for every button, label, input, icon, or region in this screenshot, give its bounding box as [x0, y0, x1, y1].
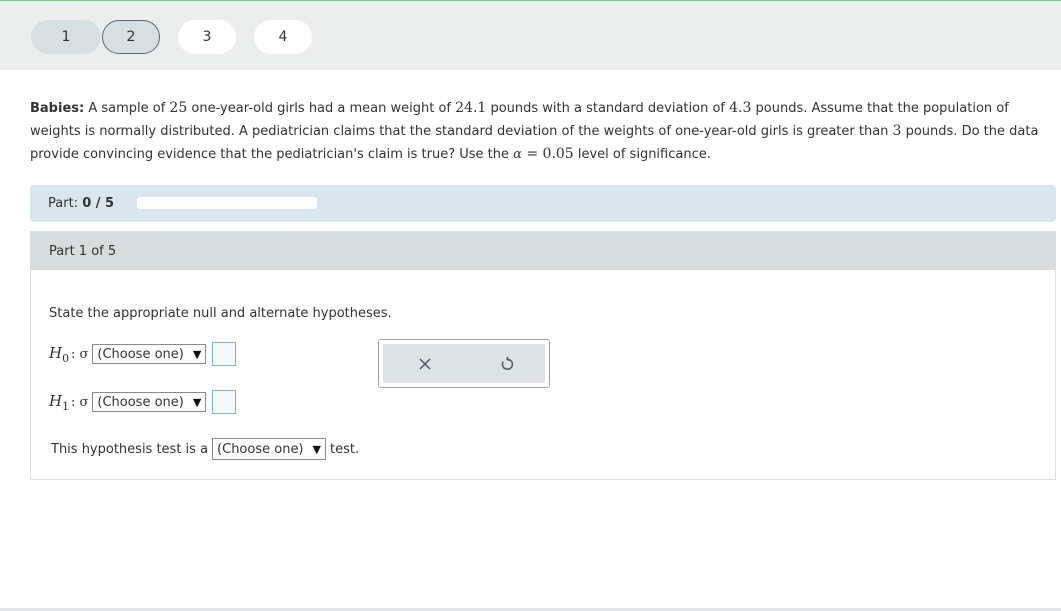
question-2-button[interactable]: 2 [102, 20, 160, 54]
undo-icon [501, 356, 514, 370]
question-1-button[interactable]: 1 [31, 20, 101, 54]
h1-operator-select[interactable]: (Choose one) ▼ [92, 392, 207, 412]
h0-value-input[interactable] [212, 342, 237, 366]
test-type-select[interactable]: (Choose one) ▼ [212, 438, 326, 460]
progress-label-text: Part: [48, 196, 79, 211]
clear-button[interactable] [414, 353, 436, 375]
test-type-suffix: test. [329, 441, 360, 457]
problem-statement: Babies: A sample of 25 one-year-old girl… [30, 97, 1055, 166]
problem-text: pounds with a standard deviation of [486, 101, 730, 116]
alpha-value: 0.05 [542, 146, 574, 162]
progress-track [137, 197, 317, 209]
part-instruction: State the appropriate null and alternate… [49, 306, 392, 321]
problem-text: level of significance. [573, 147, 711, 162]
dropdown-arrow-icon: ▼ [192, 347, 202, 361]
h0-subscript: 0 [62, 351, 70, 365]
undo-button[interactable] [496, 353, 518, 375]
test-type-prefix: This hypothesis test is a [51, 441, 209, 457]
toolbox-inner [383, 344, 545, 383]
test-type-select-value: (Choose one) [217, 441, 304, 457]
question-1-label: 1 [61, 29, 71, 45]
question-nav-bar: 1 2 3 4 [0, 1, 1061, 70]
progress-label: Part: 0 / 5 [48, 196, 114, 211]
part-progress-bar: Part: 0 / 5 [30, 185, 1056, 222]
dropdown-arrow-icon: ▼ [192, 395, 202, 409]
null-hypothesis-row: H0 : σ (Choose one) ▼ [49, 342, 237, 366]
h1-value-input[interactable] [212, 390, 237, 414]
h1-select-value: (Choose one) [97, 394, 184, 410]
alternate-hypothesis-row: H1 : σ (Choose one) ▼ [49, 390, 237, 414]
answer-toolbox [378, 339, 550, 388]
question-2-label: 2 [126, 29, 136, 45]
h1-symbol: H1 [49, 392, 71, 413]
h1-subscript: 1 [62, 399, 70, 413]
question-3-label: 3 [202, 29, 212, 45]
part-panel: Part 1 of 5 State the appropriate null a… [30, 231, 1056, 480]
question-4-label: 4 [278, 29, 288, 45]
question-4-button[interactable]: 4 [254, 20, 312, 54]
question-3-button[interactable]: 3 [178, 20, 236, 54]
problem-text: one-year-old girls had a mean weight of [187, 101, 456, 116]
sample-mean: 24.1 [455, 100, 487, 116]
equals-sign: = [521, 146, 543, 162]
test-type-row: This hypothesis test is a (Choose one) ▼ … [51, 438, 359, 460]
part-header: Part 1 of 5 [31, 232, 1055, 270]
progress-value: 0 / 5 [82, 196, 115, 211]
h0-letter: H [49, 343, 63, 362]
h1-parameter: : σ [71, 394, 89, 410]
problem-text: A sample of [84, 101, 170, 116]
problem-label: Babies: [30, 101, 85, 116]
dropdown-arrow-icon: ▼ [312, 442, 321, 456]
sample-sd: 4.3 [729, 100, 752, 116]
sample-size: 25 [169, 100, 188, 116]
h0-select-value: (Choose one) [97, 346, 184, 362]
close-icon [419, 358, 431, 370]
h0-symbol: H0 [49, 344, 71, 365]
alpha-symbol: α [513, 147, 522, 162]
h0-parameter: : σ [71, 346, 89, 362]
h0-operator-select[interactable]: (Choose one) ▼ [92, 344, 207, 364]
part-header-label: Part 1 of 5 [49, 244, 117, 259]
h1-letter: H [49, 391, 63, 410]
